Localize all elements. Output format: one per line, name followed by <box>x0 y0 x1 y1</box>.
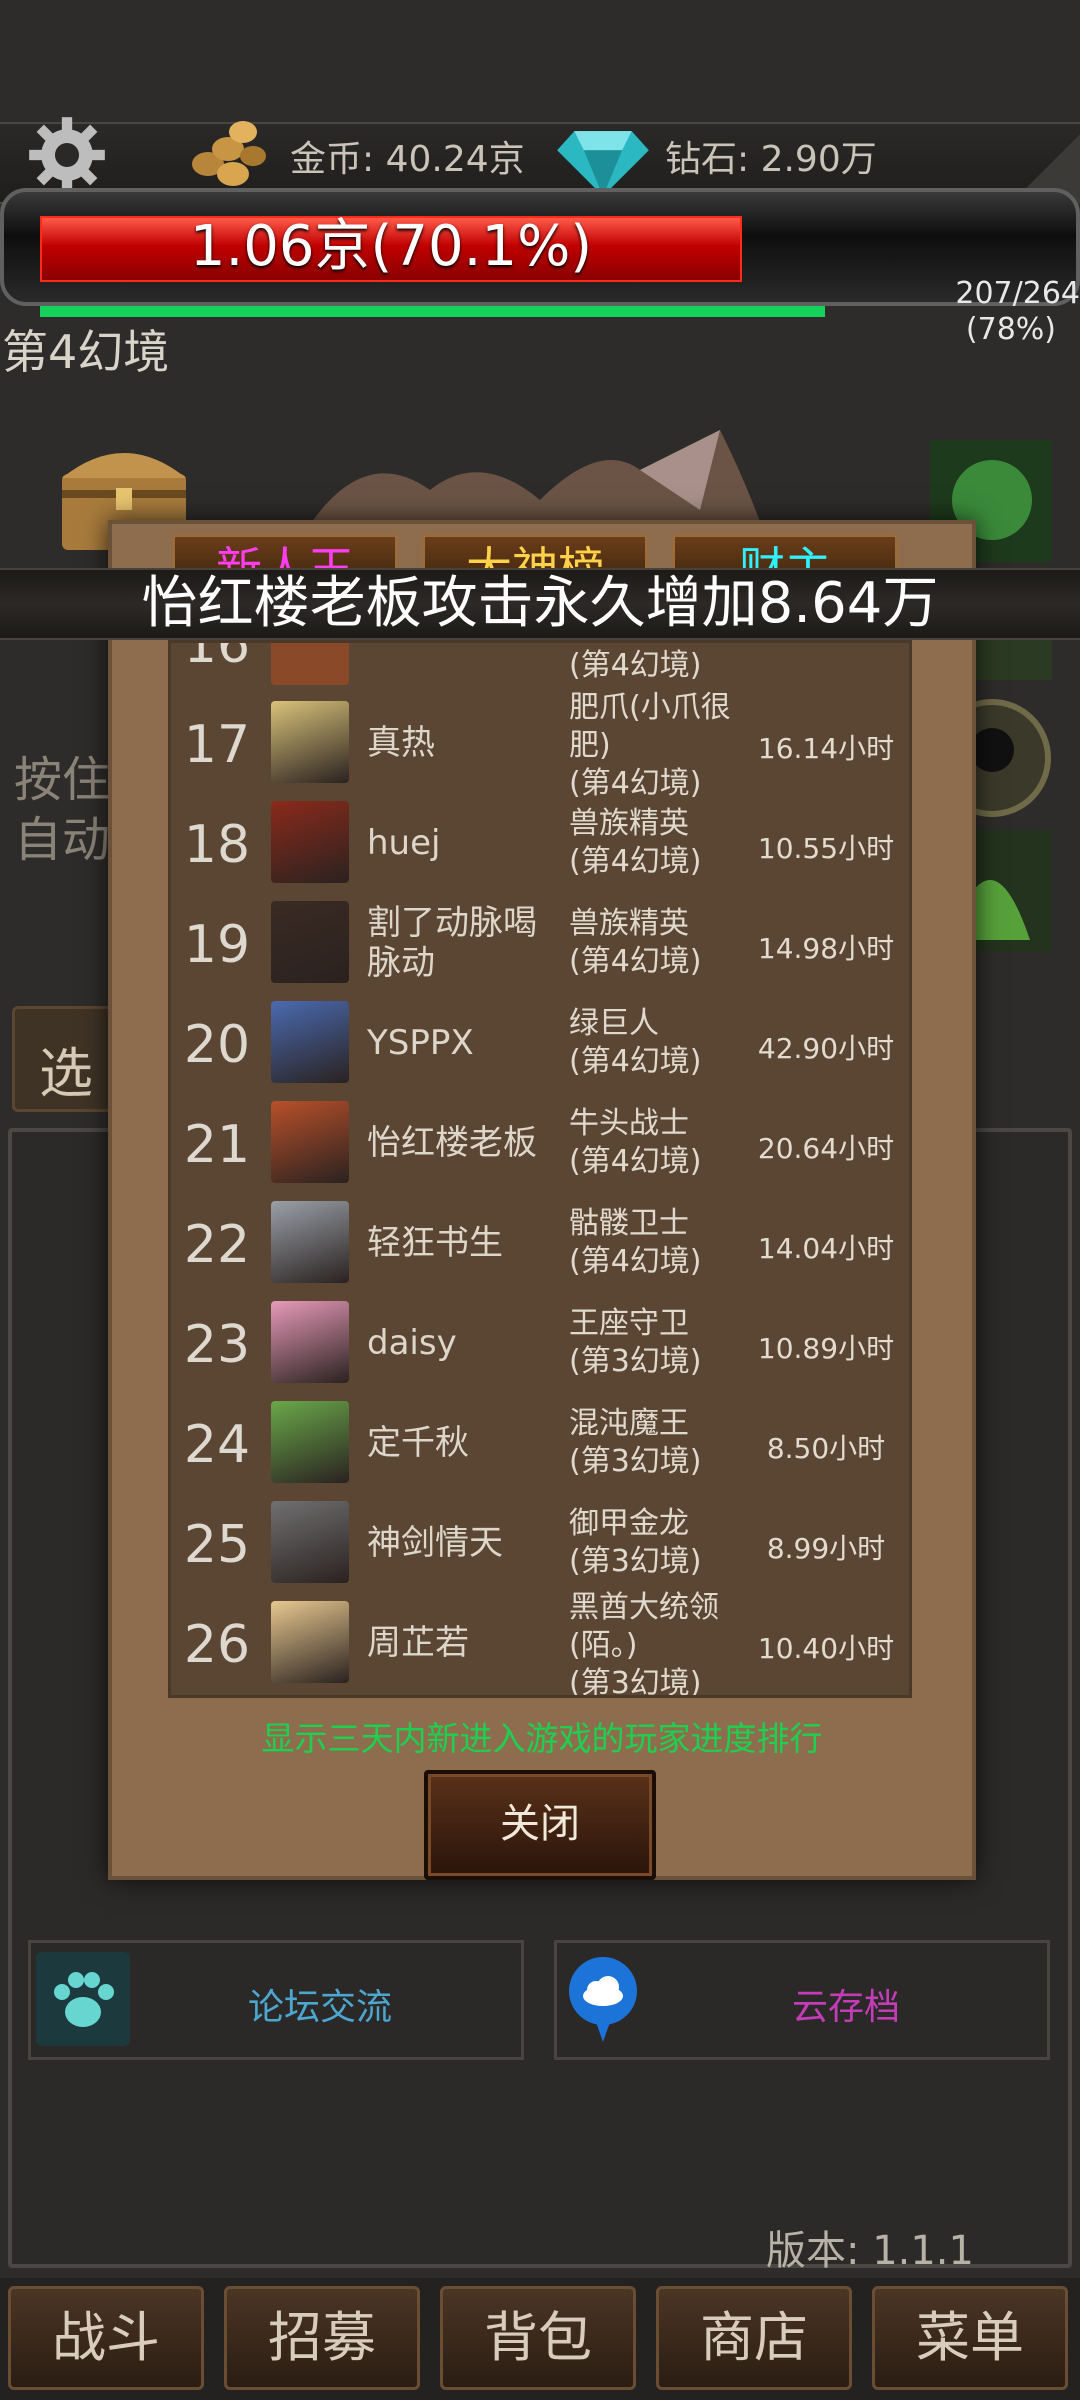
boss-name: 御甲金龙 (第3幻境) <box>569 1506 702 1579</box>
ranking-list[interactable]: 16 (第4幻境) 17 真热 肥爪(小爪很肥) (第4幻境) 16.14小时 18 hu… <box>168 640 912 1698</box>
cloud-icon <box>569 1957 637 2042</box>
player-avatar <box>271 643 349 685</box>
nav-recruit-button[interactable]: 招募 <box>224 2286 420 2390</box>
boss-name: 王座守卫 (第3幻境) <box>569 1306 702 1379</box>
clear-time: 16.14小时 <box>757 732 895 765</box>
player-name: 定千秋 <box>367 1423 469 1463</box>
player-name: 怡红楼老板 <box>367 1123 537 1163</box>
rank-number: 19 <box>183 915 251 975</box>
hint-line-2: 自动 <box>14 812 111 868</box>
player-name: 神剑情天 <box>367 1523 503 1563</box>
player-name: 真热 <box>367 723 435 763</box>
version-text: 版本: 1.1.1 <box>766 2228 974 2274</box>
player-name: YSPPX <box>367 1023 474 1063</box>
player-avatar <box>271 801 349 883</box>
list-item: 20 YSPPX 绿巨人 (第4幻境) 42.90小时 <box>171 993 909 1093</box>
forum-label: 论坛交流 <box>248 1987 393 2028</box>
nav-battle-button[interactable]: 战斗 <box>8 2286 204 2390</box>
clear-time: 10.89小时 <box>757 1332 895 1365</box>
player-name: huej <box>367 823 441 863</box>
hint-line-1: 按住 <box>14 752 111 808</box>
player-name: 割了动脉喝脉动 <box>367 903 537 983</box>
clear-time: 8.50小时 <box>766 1432 886 1465</box>
list-item: 19 割了动脉喝脉动 兽族精英 (第4幻境) 14.98小时 <box>171 893 909 993</box>
boss-name: 绿巨人 (第4幻境) <box>569 1006 702 1079</box>
paw-icon <box>36 1952 130 2046</box>
gold-coins-icon <box>192 121 266 186</box>
stage-count-text: 207/264 <box>955 276 1080 311</box>
auto-hint-text: 按住 自动 <box>14 750 110 870</box>
player-avatar <box>271 1201 349 1283</box>
player-avatar <box>271 1001 349 1083</box>
boss-hp-text: 1.06京(70.1%) <box>189 214 593 279</box>
boss-name: 黑酋大统领(陌。) (第3幻境) <box>569 1590 719 1698</box>
rank-number: 22 <box>183 1215 251 1275</box>
rank-number: 20 <box>183 1015 251 1075</box>
rank-number: 24 <box>183 1415 251 1475</box>
player-avatar <box>271 1501 349 1583</box>
list-item: 22 轻狂书生 骷髅卫士 (第4幻境) 14.04小时 <box>171 1193 909 1293</box>
diamond-icon <box>557 131 649 197</box>
rank-number: 23 <box>183 1315 251 1375</box>
boss-name: 肥爪(小爪很肥) (第4幻境) <box>569 690 731 801</box>
boss-name: 牛头战士 (第4幻境) <box>569 1106 702 1179</box>
list-item: 25 神剑情天 御甲金龙 (第3幻境) 8.99小时 <box>171 1493 909 1593</box>
nav-shop-button[interactable]: 商店 <box>656 2286 852 2390</box>
nav-menu-button[interactable]: 菜单 <box>872 2286 1068 2390</box>
list-item: 18 huej 兽族精英 (第4幻境) 10.55小时 <box>171 793 909 893</box>
list-item: 16 (第4幻境) <box>171 640 909 693</box>
rank-number: 18 <box>183 815 251 875</box>
boss-name: (第4幻境) <box>569 648 702 683</box>
clear-time: 14.04小时 <box>757 1232 895 1265</box>
stage-progress-count: 207/264 (78%) <box>940 276 1080 348</box>
cloud-save-label: 云存档 <box>792 1987 901 2028</box>
clear-time: 42.90小时 <box>757 1032 895 1065</box>
player-avatar <box>271 701 349 783</box>
player-avatar <box>271 1301 349 1383</box>
diamond-amount: 钻石: 2.90万 <box>665 139 877 180</box>
rank-number: 17 <box>183 715 251 775</box>
boss-name: 骷髅卫士 (第4幻境) <box>569 1206 702 1279</box>
clear-time: 20.64小时 <box>757 1132 895 1165</box>
broadcast-text: 怡红楼老板攻击永久增加8.64万 <box>141 571 939 636</box>
boss-name: 兽族精英 (第4幻境) <box>569 906 702 979</box>
list-item: 17 真热 肥爪(小爪很肥) (第4幻境) 16.14小时 <box>171 690 909 801</box>
clear-time: 10.40小时 <box>757 1632 895 1665</box>
rank-number: 25 <box>183 1515 251 1575</box>
stage-name: 第4幻境 <box>2 325 170 379</box>
boss-name: 兽族精英 (第4幻境) <box>569 806 702 879</box>
player-avatar <box>271 1101 349 1183</box>
gold-amount: 金币: 40.24京 <box>290 139 525 180</box>
player-avatar <box>271 1601 349 1683</box>
player-avatar <box>271 901 349 983</box>
boss-name: 混沌魔王 (第3幻境) <box>569 1406 702 1479</box>
player-avatar <box>271 1401 349 1483</box>
player-name: 轻狂书生 <box>367 1223 503 1263</box>
clear-time: 8.99小时 <box>766 1532 886 1565</box>
player-name: 周芷若 <box>367 1623 469 1663</box>
select-label: 选 <box>39 1042 93 1105</box>
rank-number: 16 <box>183 640 251 675</box>
rank-number: 21 <box>183 1115 251 1175</box>
rank-number: 26 <box>183 1615 251 1675</box>
player-name: daisy <box>367 1323 457 1363</box>
clear-time: 10.55小时 <box>757 832 895 865</box>
gear-icon[interactable] <box>24 112 110 198</box>
nav-bag-button[interactable]: 背包 <box>440 2286 636 2390</box>
ranking-notice: 显示三天内新进入游戏的玩家进度排行 <box>261 1719 823 1758</box>
clear-time: 14.98小时 <box>757 932 895 965</box>
stage-percent-text: (78%) <box>965 312 1056 347</box>
list-item: 24 定千秋 混沌魔王 (第3幻境) 8.50小时 <box>171 1393 909 1493</box>
close-button[interactable]: 关闭 <box>424 1770 656 1880</box>
list-item: 23 daisy 王座守卫 (第3幻境) 10.89小时 <box>171 1293 909 1393</box>
list-item: 26 周芷若 黑酋大统领(陌。) (第3幻境) 10.40小时 <box>171 1590 909 1695</box>
list-item: 21 怡红楼老板 牛头战士 (第4幻境) 20.64小时 <box>171 1093 909 1193</box>
